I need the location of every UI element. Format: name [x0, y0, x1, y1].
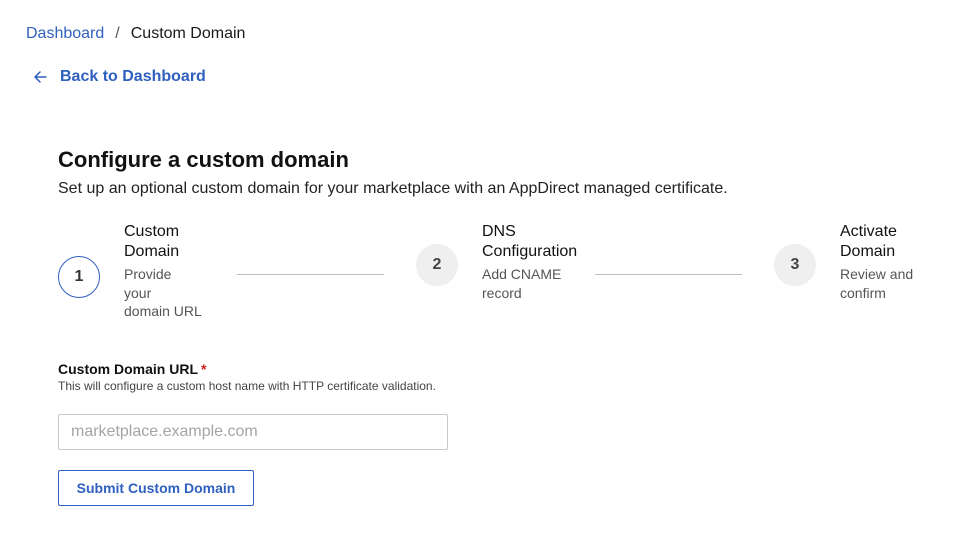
back-link-label: Back to Dashboard — [60, 68, 206, 85]
required-marker: * — [201, 361, 207, 377]
step-title-line: Domain — [840, 243, 896, 260]
step-description: Provide your domain URL — [124, 265, 202, 321]
field-label-text: Custom Domain URL — [58, 361, 198, 377]
step-text: Custom Domain Provide your domain URL — [124, 222, 202, 321]
breadcrumb-dashboard-link[interactable]: Dashboard — [26, 24, 104, 44]
page: Dashboard / Custom Domain Back to Dashbo… — [0, 0, 968, 560]
step-description-line: record — [482, 284, 522, 301]
step-description-line: Provide — [124, 266, 172, 282]
step-text: Activate Domain Review and confirm — [840, 222, 913, 302]
step-title: Activate Domain — [840, 222, 913, 262]
step-description-line: Add CNAME — [482, 266, 562, 282]
step-text: DNS Configuration Add CNAME record — [482, 222, 577, 302]
step-title: Custom Domain — [124, 222, 202, 262]
stepper: 1 Custom Domain Provide your domain URL … — [58, 222, 948, 322]
step-number-badge: 1 — [58, 256, 100, 298]
step-title-line: Configuration — [482, 243, 578, 260]
step-description: Add CNAME record — [482, 265, 577, 302]
step-dns-configuration: 2 DNS Configuration Add CNAME record — [416, 222, 577, 302]
step-number-badge: 2 — [416, 244, 458, 286]
step-title-line: Domain — [124, 243, 180, 260]
arrow-left-icon — [34, 71, 47, 83]
page-subtitle: Set up an optional custom domain for you… — [58, 180, 728, 197]
step-title-line: Activate — [840, 223, 897, 240]
step-description-line: your — [124, 284, 152, 301]
back-to-dashboard-link[interactable]: Back to Dashboard — [34, 67, 206, 87]
step-description-line: confirm — [840, 284, 886, 301]
step-title: DNS Configuration — [482, 222, 577, 262]
step-title-line: Custom — [124, 223, 180, 240]
breadcrumb-current: Custom Domain — [130, 25, 246, 42]
custom-domain-url-label: Custom Domain URL * — [58, 360, 206, 378]
page-title: Configure a custom domain — [58, 147, 349, 172]
step-custom-domain: 1 Custom Domain Provide your domain URL — [58, 222, 202, 321]
breadcrumb-separator: / — [115, 25, 120, 42]
breadcrumb: Dashboard / Custom Domain — [26, 24, 245, 44]
step-connector — [595, 274, 742, 275]
step-connector — [237, 274, 384, 275]
submit-custom-domain-button[interactable]: Submit Custom Domain — [58, 470, 254, 506]
field-help-text: This will configure a custom host name w… — [58, 379, 436, 393]
custom-domain-url-input[interactable] — [58, 414, 448, 450]
step-description-line: domain URL — [124, 303, 202, 319]
step-activate-domain: 3 Activate Domain Review and confirm — [774, 222, 913, 302]
step-title-line: DNS — [482, 223, 516, 240]
step-description: Review and confirm — [840, 265, 913, 302]
step-number-badge: 3 — [774, 244, 816, 286]
step-description-line: Review and — [840, 266, 914, 282]
